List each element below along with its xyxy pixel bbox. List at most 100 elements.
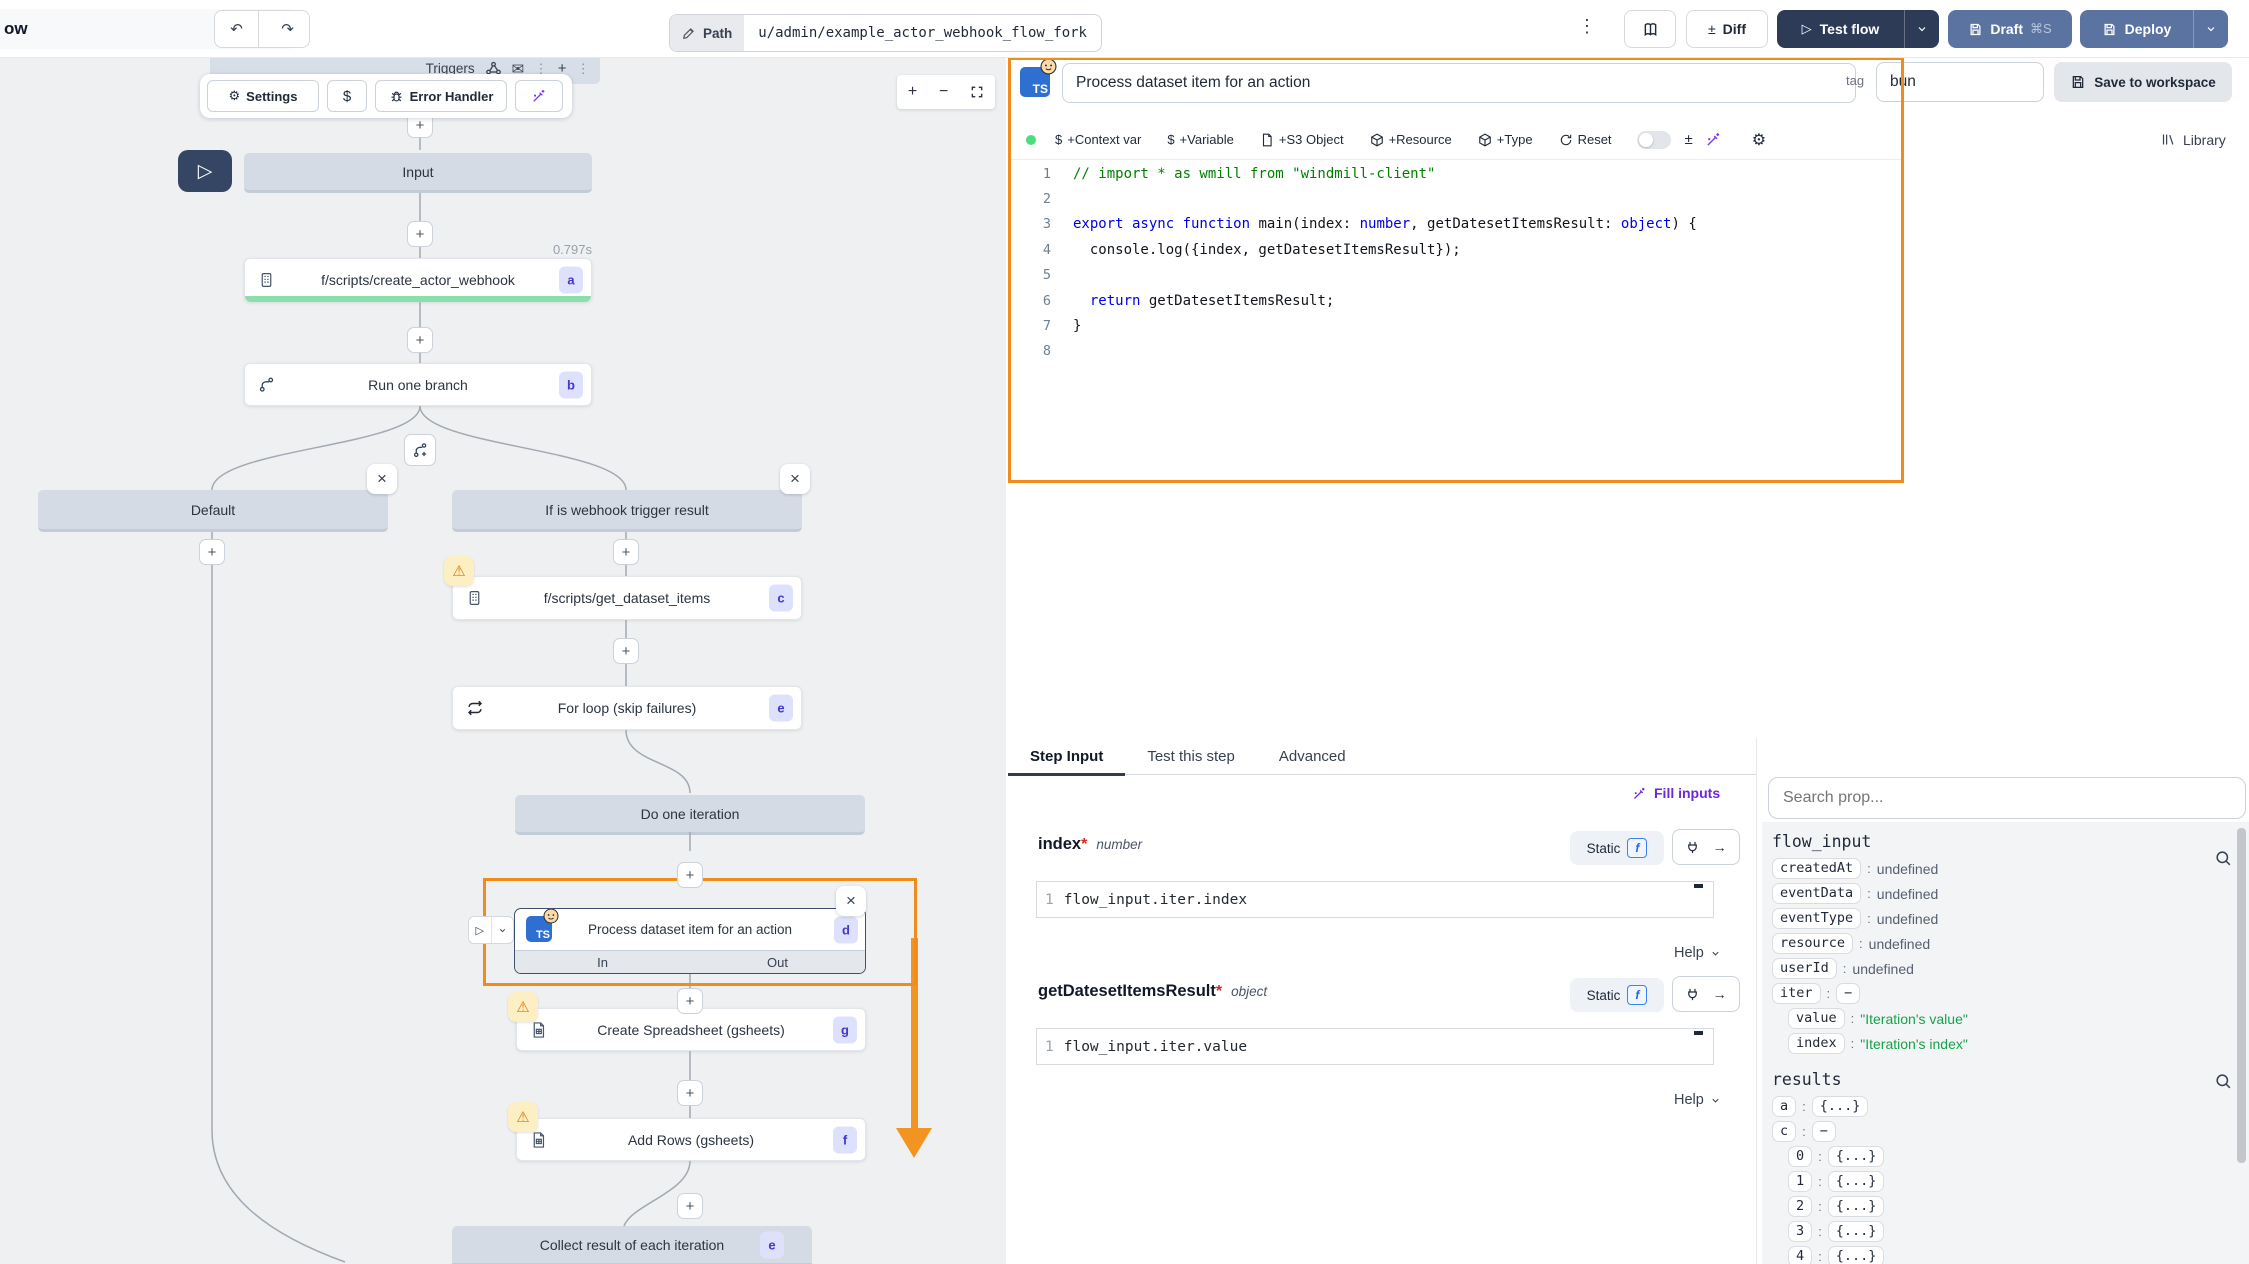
- expr-input-result[interactable]: 1 flow_input.iter.value: [1036, 1028, 1714, 1065]
- add-resource-button[interactable]: +Resource: [1357, 132, 1465, 147]
- connect-input-buttons[interactable]: →: [1672, 976, 1740, 1012]
- diff-button[interactable]: ± Diff: [1686, 10, 1768, 48]
- function-icon[interactable]: f: [1627, 838, 1647, 858]
- insert-step-button[interactable]: +: [677, 1193, 703, 1219]
- prop-key-pill[interactable]: 4: [1788, 1246, 1812, 1264]
- node-out-handle[interactable]: Out: [690, 951, 865, 974]
- kebab-menu[interactable]: ⋮: [1578, 16, 1596, 37]
- plus-minus-icon[interactable]: ±: [1685, 131, 1693, 148]
- expr-input-index[interactable]: 1 flow_input.iter.index: [1036, 881, 1714, 918]
- delete-branch-button[interactable]: ×: [780, 464, 810, 494]
- search-prop-input[interactable]: [1768, 777, 2246, 819]
- prop-row[interactable]: 2:{...}: [1772, 1194, 2239, 1219]
- prop-key-pill[interactable]: createdAt: [1772, 858, 1861, 879]
- help-link[interactable]: Help: [1674, 1092, 1721, 1108]
- prop-value[interactable]: {...}: [1828, 1146, 1885, 1167]
- connect-input-buttons[interactable]: →: [1672, 829, 1740, 865]
- zoom-out-button[interactable]: −: [939, 83, 948, 101]
- flow-node-process-dataset-item[interactable]: TS Process dataset item for an action d …: [514, 908, 866, 974]
- magnifier-icon[interactable]: [2214, 849, 2233, 868]
- path-field[interactable]: Path u/admin/example_actor_webhook_flow_…: [669, 14, 1102, 52]
- delete-branch-button[interactable]: ×: [367, 464, 397, 494]
- prop-key-pill[interactable]: index: [1788, 1033, 1845, 1054]
- prop-key-pill[interactable]: 3: [1788, 1221, 1812, 1242]
- code-line[interactable]: 7}: [1011, 313, 1901, 338]
- fill-inputs-button[interactable]: Fill inputs: [1632, 785, 1720, 801]
- prop-row[interactable]: 0:{...}: [1772, 1144, 2239, 1169]
- test-up-to-button[interactable]: ▷: [178, 150, 232, 192]
- static-mode-toggle[interactable]: Static f: [1570, 831, 1664, 865]
- magnifier-icon[interactable]: [2214, 1072, 2233, 1091]
- save-to-workspace-button[interactable]: Save to workspace: [2054, 62, 2232, 102]
- branch-add-icon[interactable]: [404, 434, 436, 466]
- prop-row[interactable]: index:"Iteration's index": [1772, 1031, 2239, 1056]
- add-context-var-button[interactable]: $+Context var: [1042, 132, 1154, 147]
- error-handler-button[interactable]: Error Handler: [375, 80, 507, 112]
- run-step-button[interactable]: ▷: [468, 916, 514, 944]
- flow-canvas[interactable]: Triggers ✉ ⋮ + ⋮ ⚙ Settings $ Error Hand…: [0, 57, 1006, 1264]
- add-s3-object-button[interactable]: +S3 Object: [1247, 132, 1357, 147]
- insert-step-button[interactable]: +: [613, 638, 639, 664]
- prop-value[interactable]: {...}: [1828, 1221, 1885, 1242]
- prop-value[interactable]: {...}: [1828, 1196, 1885, 1217]
- prop-key-pill[interactable]: 2: [1788, 1196, 1812, 1217]
- prop-value[interactable]: {...}: [1828, 1246, 1885, 1264]
- prop-key-pill[interactable]: value: [1788, 1008, 1845, 1029]
- code-line[interactable]: 2: [1011, 186, 1901, 211]
- insert-step-button[interactable]: +: [407, 221, 433, 247]
- prop-row[interactable]: iter:−: [1772, 981, 2239, 1006]
- prop-row[interactable]: resource:undefined: [1772, 931, 2239, 956]
- code-editor[interactable]: 1// import * as wmill from "windmill-cli…: [1011, 161, 1901, 479]
- insert-step-button[interactable]: +: [677, 1080, 703, 1106]
- scrollbar-thumb[interactable]: [2237, 828, 2246, 1163]
- diff-toggle[interactable]: [1637, 131, 1671, 149]
- code-line[interactable]: 1// import * as wmill from "windmill-cli…: [1011, 161, 1901, 186]
- add-variable-button[interactable]: $+Variable: [1154, 132, 1247, 147]
- tab-step-input[interactable]: Step Input: [1008, 738, 1125, 774]
- prop-value[interactable]: −: [1836, 983, 1860, 1004]
- help-link[interactable]: Help: [1674, 945, 1721, 961]
- code-line[interactable]: 5: [1011, 263, 1901, 288]
- insert-step-button[interactable]: +: [677, 988, 703, 1014]
- tab-advanced[interactable]: Advanced: [1257, 738, 1368, 774]
- function-icon[interactable]: f: [1627, 985, 1647, 1005]
- code-line[interactable]: 6 return getDatesetItemsResult;: [1011, 288, 1901, 313]
- deploy-button[interactable]: Deploy: [2080, 10, 2228, 48]
- prop-key-pill[interactable]: userId: [1772, 958, 1837, 979]
- settings-button[interactable]: ⚙ Settings: [207, 80, 319, 112]
- prop-row[interactable]: eventType:undefined: [1772, 906, 2239, 931]
- test-flow-button[interactable]: ▷ Test flow: [1777, 10, 1939, 48]
- prop-row[interactable]: value:"Iteration's value": [1772, 1006, 2239, 1031]
- prop-value[interactable]: {...}: [1812, 1096, 1869, 1117]
- prop-row[interactable]: 3:{...}: [1772, 1219, 2239, 1244]
- tag-input[interactable]: [1876, 62, 2044, 102]
- fit-view-icon[interactable]: [970, 85, 984, 99]
- prop-row[interactable]: 1:{...}: [1772, 1169, 2239, 1194]
- code-line[interactable]: 3export async function main(index: numbe…: [1011, 212, 1901, 237]
- tab-test-this-step[interactable]: Test this step: [1125, 738, 1257, 774]
- docs-button[interactable]: [1624, 10, 1676, 48]
- prop-key-pill[interactable]: iter: [1772, 983, 1821, 1004]
- prop-row[interactable]: eventData:undefined: [1772, 881, 2239, 906]
- library-button[interactable]: Library: [2161, 132, 2226, 148]
- deploy-dropdown[interactable]: [2193, 10, 2228, 48]
- prop-key-pill[interactable]: resource: [1772, 933, 1853, 954]
- prop-key-pill[interactable]: a: [1772, 1096, 1796, 1117]
- prop-key-pill[interactable]: 0: [1788, 1146, 1812, 1167]
- prop-key-pill[interactable]: eventData: [1772, 883, 1861, 904]
- delete-step-button[interactable]: ×: [836, 886, 866, 916]
- insert-step-button[interactable]: +: [199, 539, 225, 565]
- editor-settings-gear[interactable]: ⚙: [1752, 130, 1766, 150]
- dollar-button[interactable]: $: [327, 80, 367, 112]
- undo-button[interactable]: ↶: [215, 11, 259, 47]
- prop-key-pill[interactable]: 1: [1788, 1171, 1812, 1192]
- static-mode-toggle[interactable]: Static f: [1570, 978, 1664, 1012]
- draft-button[interactable]: Draft ⌘S: [1948, 10, 2072, 48]
- code-line[interactable]: 4 console.log({index, getDatesetItemsRes…: [1011, 237, 1901, 262]
- add-type-button[interactable]: +Type: [1465, 132, 1546, 147]
- insert-step-button[interactable]: +: [613, 539, 639, 565]
- warning-badge[interactable]: ⚠: [508, 1102, 538, 1132]
- prop-row[interactable]: userId:undefined: [1772, 956, 2239, 981]
- prop-row[interactable]: 4:{...}: [1772, 1244, 2239, 1264]
- ai-button[interactable]: [515, 80, 563, 112]
